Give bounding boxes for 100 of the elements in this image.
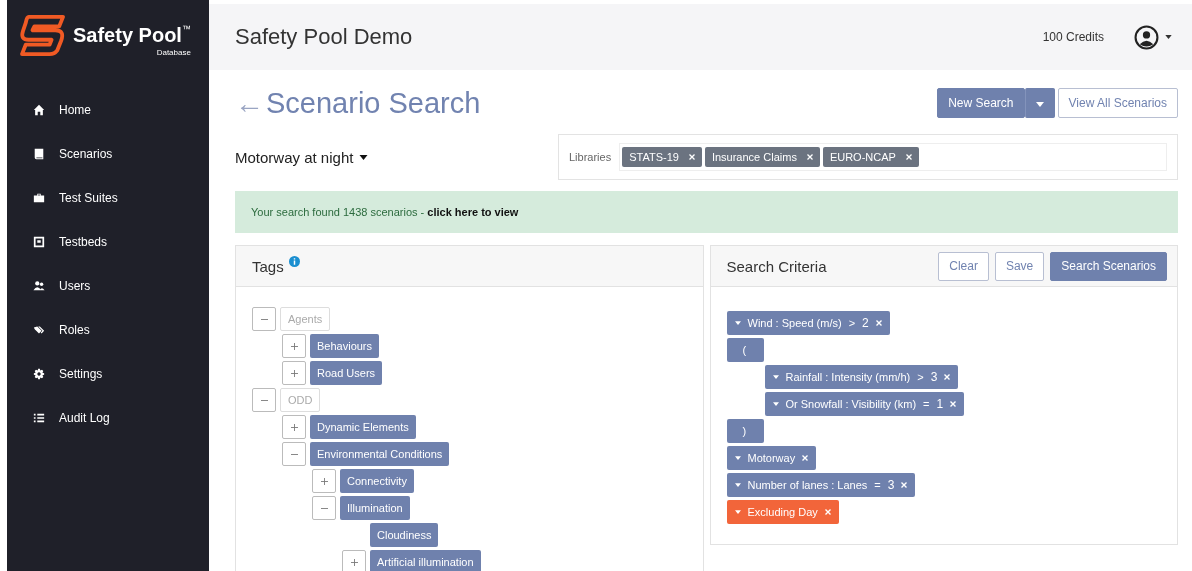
group-bracket[interactable]: ( (726, 338, 764, 362)
tag-chip[interactable]: Agents (280, 307, 331, 331)
criteria-action-button[interactable]: Save (994, 251, 1045, 281)
nav-item[interactable]: Audit Log (7, 396, 209, 440)
remove-icon[interactable] (944, 374, 951, 380)
caret-icon (734, 456, 741, 460)
criterion-label: Wind : Speed (m/s) (747, 317, 842, 329)
tag-chip[interactable]: Environmental Conditions (310, 442, 450, 466)
tag-chip[interactable]: Behaviours (310, 334, 380, 358)
caret-icon (359, 154, 369, 160)
panel-title: Tags (252, 257, 284, 275)
expand-button[interactable] (282, 361, 306, 385)
plus-icon (350, 558, 358, 566)
value-label: 3 (930, 370, 938, 384)
nav-item[interactable]: Roles (7, 308, 209, 352)
remove-icon[interactable] (806, 154, 813, 160)
info-icon[interactable] (288, 256, 300, 267)
expand-button[interactable] (342, 550, 366, 571)
logo-icon (19, 14, 67, 56)
tag-chip[interactable]: ODD (280, 388, 321, 412)
nav-item[interactable]: Testbeds (7, 220, 209, 264)
criterion-label: Excluding Day (747, 506, 818, 518)
criterion-chip[interactable]: Number of lanes : Lanes = 3 (726, 473, 916, 497)
operator-label: > (848, 317, 856, 329)
users-icon (33, 280, 45, 292)
criterion-label: Rainfall : Intensity (mm/h) (785, 371, 911, 383)
expand-button[interactable] (282, 415, 306, 439)
library-tag: Insurance Claims (704, 147, 820, 167)
remove-icon[interactable] (688, 154, 695, 160)
nav-item[interactable]: Users (7, 264, 209, 308)
list-icon (33, 412, 45, 424)
caret-icon (734, 510, 741, 514)
collapse-button[interactable] (312, 496, 336, 520)
page-title: Scenario Search (266, 86, 481, 120)
trademark-mark: ™ (181, 24, 191, 34)
libraries-field[interactable]: STATS-19 Insurance Claims EURO-NCAP (619, 143, 1167, 171)
book-icon (33, 148, 45, 160)
criterion-chip[interactable]: Wind : Speed (m/s) > 2 (726, 311, 890, 335)
tag-chip[interactable]: Illumination (340, 496, 410, 520)
remove-icon[interactable] (950, 401, 957, 407)
expand-button[interactable] (282, 334, 306, 358)
result-message: Your search found 1438 scenarios - click here to view (251, 206, 519, 218)
preset-dropdown[interactable]: Motorway at night (235, 148, 538, 166)
library-tag: EURO-NCAP (822, 147, 919, 167)
criterion-chip[interactable]: Or Snowfall : Visibility (km) = 1 (764, 392, 965, 416)
remove-icon[interactable] (875, 320, 882, 326)
remove-icon[interactable] (802, 455, 809, 461)
criteria-action-button[interactable]: Clear (938, 251, 989, 281)
tag-chip[interactable]: Cloudiness (370, 523, 439, 547)
tag-chip[interactable]: Artificial illumination (370, 550, 481, 571)
view-all-button[interactable]: View All Scenarios (1057, 88, 1178, 118)
app-title: Safety Pool Demo (235, 24, 414, 50)
tag-chip[interactable]: Road Users (310, 361, 383, 385)
remove-icon[interactable] (905, 154, 912, 160)
view-results-link[interactable]: click here to view (427, 206, 519, 218)
library-tag: STATS-19 (622, 147, 702, 167)
criterion-label: Motorway (747, 452, 796, 464)
nav-item[interactable]: Home (7, 88, 209, 132)
criterion-chip[interactable]: Motorway (726, 446, 817, 470)
remove-icon[interactable] (901, 482, 908, 488)
user-menu-button[interactable] (1134, 24, 1172, 50)
criterion-label: Number of lanes : Lanes (747, 479, 868, 491)
briefcase-icon (33, 192, 45, 204)
caret-icon (1035, 102, 1044, 107)
plus-icon (290, 342, 298, 350)
nav-item[interactable]: Test Suites (7, 176, 209, 220)
collapse-button[interactable] (282, 442, 306, 466)
caret-icon (734, 321, 741, 325)
caret-icon (772, 375, 779, 379)
caret-icon (772, 402, 779, 406)
expand-button[interactable] (312, 469, 336, 493)
caret-icon (734, 483, 741, 487)
screen-icon (33, 236, 45, 248)
panel-title: Search Criteria (726, 257, 827, 275)
brand-name: Safety Pool (73, 24, 182, 47)
group-bracket[interactable]: ) (726, 419, 764, 443)
nav-item[interactable]: Scenarios (7, 132, 209, 176)
criterion-chip[interactable]: Excluding Day (726, 500, 839, 524)
nav-item[interactable]: Settings (7, 352, 209, 396)
libraries-label: Libraries (569, 151, 612, 163)
back-arrow[interactable]: ← (235, 86, 264, 120)
value-label: 2 (862, 316, 869, 330)
plus-icon (320, 477, 328, 485)
value-label: 1 (936, 397, 944, 411)
search-scenarios-button[interactable]: Search Scenarios (1050, 251, 1167, 281)
criterion-chip[interactable]: Rainfall : Intensity (mm/h) > 3 (764, 365, 959, 389)
operator-label: = (923, 398, 930, 410)
plus-icon (290, 369, 298, 377)
tags-icon (33, 324, 45, 336)
home-icon (33, 104, 45, 116)
credits-label: 100 Credits (1042, 30, 1104, 44)
operator-label: = (874, 479, 881, 491)
new-search-button[interactable]: New Search (937, 88, 1025, 118)
collapse-button[interactable] (252, 388, 276, 412)
dropdown-button[interactable] (1024, 88, 1055, 118)
criterion-label: Or Snowfall : Visibility (km) (785, 398, 917, 410)
tag-chip[interactable]: Dynamic Elements (310, 415, 416, 439)
tag-chip[interactable]: Connectivity (340, 469, 414, 493)
remove-icon[interactable] (824, 509, 831, 515)
collapse-button[interactable] (252, 307, 276, 331)
